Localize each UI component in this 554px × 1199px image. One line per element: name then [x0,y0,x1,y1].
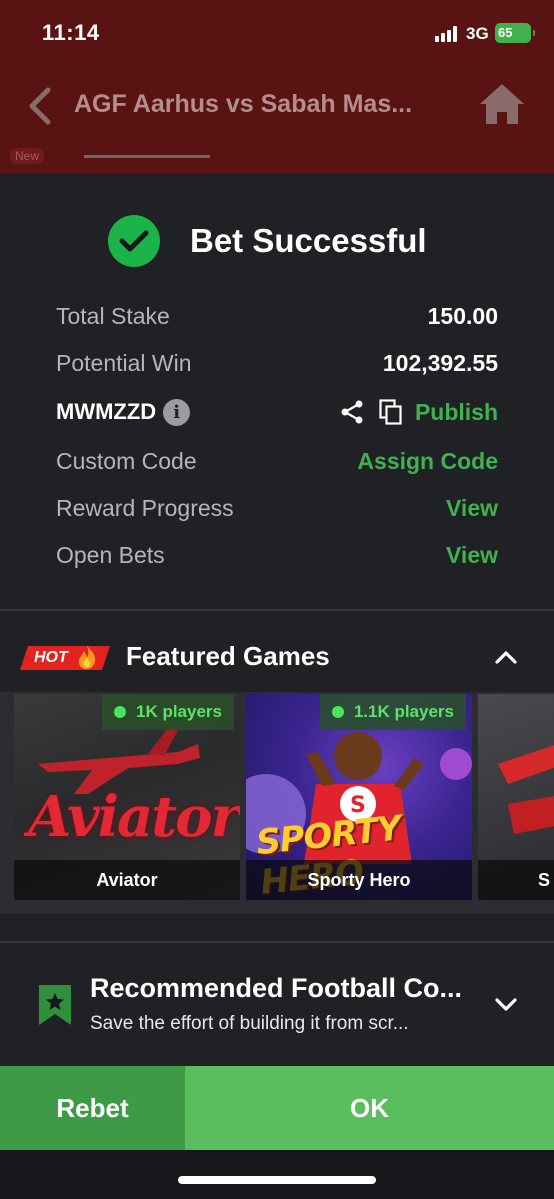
reward-progress-label: Reward Progress [56,494,234,521]
booking-code: MWMZZD [56,399,157,424]
signal-icon [435,26,461,42]
potential-win-row: Potential Win 102,392.55 [56,345,498,381]
network-type: 3G [466,24,489,43]
match-title: AGF Aarhus vs Sabah Mas... [74,90,413,118]
game-name: S [478,860,554,900]
custom-code-row: Custom Code Assign Code [56,443,498,479]
status-time: 11:14 [42,20,100,45]
booking-code-row: MWMZZD i Publish [56,394,498,430]
game-card-partial[interactable]: S [478,694,554,900]
rebet-button[interactable]: Rebet [0,1066,185,1150]
success-title: Bet Successful [190,222,427,259]
recommended-title: Recommended Football Co... [90,973,463,1003]
success-header: Bet Successful [108,215,427,267]
check-icon [108,215,160,267]
battery-level: 65 [498,25,513,40]
players-count: 1K players [136,702,222,721]
fire-icon [78,645,96,669]
reward-view-link[interactable]: View [446,495,498,522]
online-dot-icon [331,706,344,718]
chevron-up-icon[interactable] [494,647,518,667]
publish-button[interactable]: Publish [415,399,498,426]
potential-win-value: 102,392.55 [382,349,498,376]
share-icon[interactable] [339,399,365,425]
players-badge: 1K players [102,694,234,730]
total-stake-row: Total Stake 150.00 [56,298,498,334]
online-dot-icon [114,706,126,718]
custom-code-label: Custom Code [56,447,197,474]
recommended-subtitle: Save the effort of building it from scr.… [90,1013,409,1034]
battery-icon: 65 [495,23,535,43]
bet-success-sheet: Bet Successful Total Stake 150.00 Potent… [0,173,554,1150]
total-stake-value: 150.00 [427,302,498,329]
new-badge: New [10,148,45,164]
aviator-logo: Aviator [28,784,240,850]
game-name: Sporty Hero [246,860,472,900]
bookmark-star-icon [39,985,71,1025]
game-art [498,745,554,834]
info-icon[interactable]: i [163,398,191,426]
reward-progress-row: Reward Progress View [56,490,498,526]
chevron-down-icon[interactable] [494,995,518,1015]
tab-indicator [84,155,210,158]
home-indicator[interactable] [178,1176,376,1184]
game-card-aviator[interactable]: Aviator 1K players Aviator [14,694,240,900]
ok-button[interactable]: OK [185,1066,554,1150]
game-card-sporty-hero[interactable]: S SPORTY HERO 1.1K players Sporty Hero [246,694,472,900]
potential-win-label: Potential Win [56,349,192,376]
total-stake-label: Total Stake [56,302,170,329]
recommended-section[interactable]: Recommended Football Co... Save the effo… [0,943,554,1065]
assign-code-link[interactable]: Assign Code [357,448,498,475]
featured-games-carousel[interactable]: Aviator 1K players Aviator S SPORTY HERO… [0,692,554,914]
action-bar: Rebet OK [0,1066,554,1150]
home-icon[interactable] [478,82,526,126]
match-header: AGF Aarhus vs Sabah Mas... [0,66,554,146]
open-bets-row: Open Bets View [56,537,498,573]
open-bets-view-link[interactable]: View [446,542,498,569]
copy-icon[interactable] [379,399,403,425]
code-actions: Publish [339,399,498,426]
back-arrow-icon[interactable] [26,86,56,126]
game-name: Aviator [14,860,240,900]
featured-games-title: Featured Games [126,641,330,671]
players-badge: 1.1K players [319,694,466,730]
open-bets-label: Open Bets [56,541,165,568]
status-bar: 11:14 3G 65 [0,0,554,66]
booking-code-group: MWMZZD i [56,398,191,426]
players-count: 1.1K players [353,702,454,721]
divider [0,609,554,611]
featured-games-header[interactable]: HOT Featured Games [0,635,554,679]
